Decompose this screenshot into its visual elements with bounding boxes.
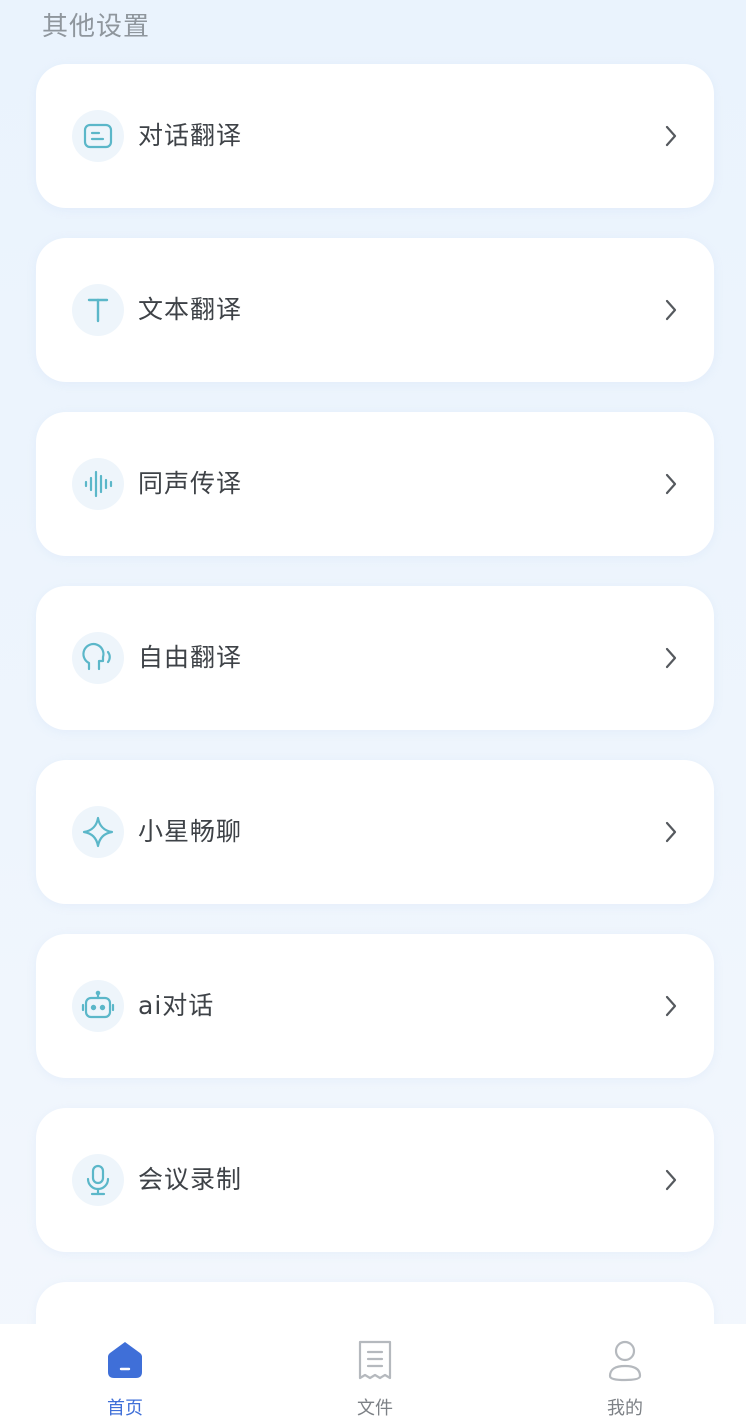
tab-files[interactable]: 文件 [315, 1338, 435, 1420]
document-icon [358, 1340, 392, 1380]
robot-icon [72, 980, 124, 1032]
chevron-right-icon [665, 473, 677, 495]
list-item-xiaoxing-chat[interactable]: 小星畅聊 [36, 760, 714, 904]
list-item-text-translation[interactable]: 文本翻译 [36, 238, 714, 382]
section-title: 其他设置 [42, 12, 151, 42]
item-label: 同声传译 [138, 469, 243, 498]
tab-label: 我的 [607, 1398, 643, 1419]
list-item-meeting-recording[interactable]: 会议录制 [36, 1108, 714, 1252]
list-item-free-translation[interactable]: 自由翻译 [36, 586, 714, 730]
chevron-right-icon [665, 821, 677, 843]
chevron-right-icon [665, 647, 677, 669]
chevron-right-icon [665, 1169, 677, 1191]
list-item-dialogue-translation[interactable]: 对话翻译 [36, 64, 714, 208]
sparkle-star-icon [72, 806, 124, 858]
tab-mine[interactable]: 我的 [565, 1338, 685, 1420]
microphone-icon [72, 1154, 124, 1206]
tab-label: 首页 [107, 1398, 143, 1419]
item-label: 文本翻译 [138, 295, 243, 324]
item-label: 小星畅聊 [138, 817, 243, 846]
text-t-icon [72, 284, 124, 336]
tab-label: 文件 [357, 1398, 393, 1419]
bottom-tab-bar: 首页 文件 我的 [0, 1324, 746, 1424]
item-label: ai对话 [138, 991, 215, 1020]
item-label: 会议录制 [138, 1165, 243, 1194]
speaking-head-icon [72, 632, 124, 684]
user-icon [608, 1340, 642, 1382]
sound-wave-icon [72, 458, 124, 510]
item-label: 对话翻译 [138, 121, 243, 150]
chevron-right-icon [665, 125, 677, 147]
item-label: 自由翻译 [138, 643, 243, 672]
list-item-ai-dialogue[interactable]: ai对话 [36, 934, 714, 1078]
chevron-right-icon [665, 995, 677, 1017]
list-item-simultaneous-interpretation[interactable]: 同声传译 [36, 412, 714, 556]
tab-home[interactable]: 首页 [65, 1338, 185, 1420]
home-icon [108, 1342, 142, 1378]
chevron-right-icon [665, 299, 677, 321]
chat-bubble-icon [72, 110, 124, 162]
